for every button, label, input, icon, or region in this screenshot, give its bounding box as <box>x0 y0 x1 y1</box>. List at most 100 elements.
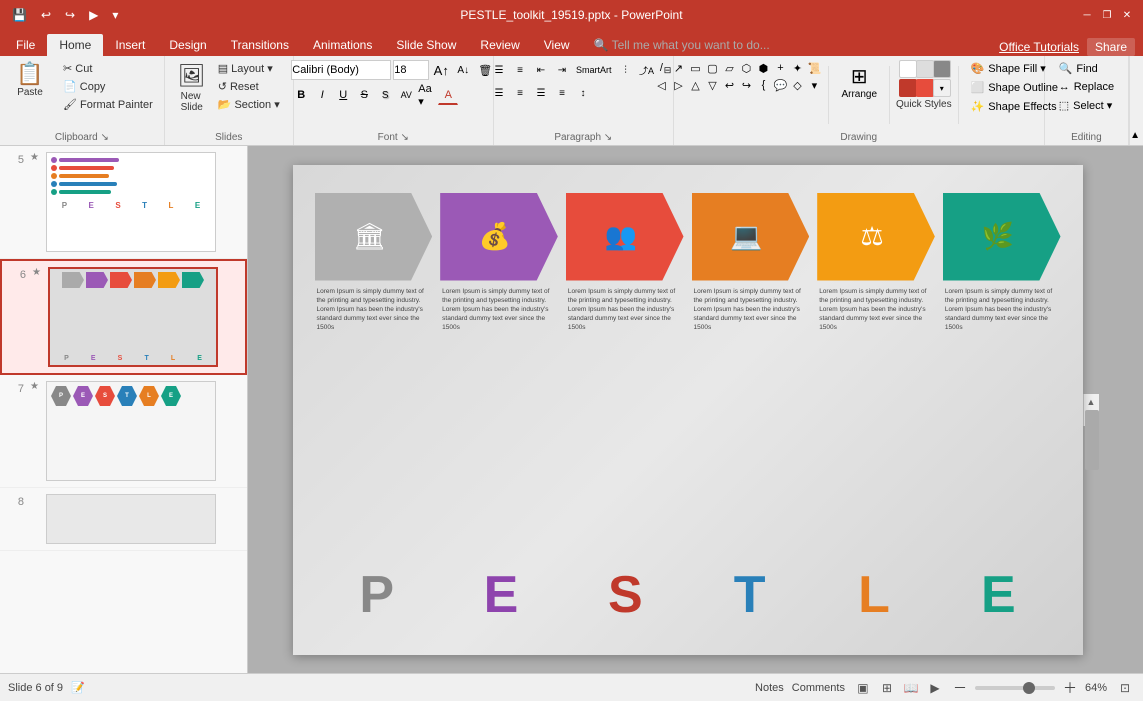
slide-notes-icon[interactable]: 📝 <box>71 681 85 694</box>
customize-icon[interactable]: ▾ <box>108 6 122 24</box>
present-icon[interactable]: ▶ <box>85 6 102 24</box>
char-spacing-btn[interactable]: AV <box>396 85 416 105</box>
fit-slide-btn[interactable]: ⊡ <box>1115 678 1135 698</box>
decrease-font-btn[interactable]: A↓ <box>453 60 473 80</box>
tab-file[interactable]: File <box>4 34 47 56</box>
tab-view[interactable]: View <box>532 34 582 56</box>
change-case-btn[interactable]: Aa ▾ <box>417 85 437 105</box>
format-painter-btn[interactable]: 🖌 Format Painter <box>58 96 158 113</box>
normal-view-btn[interactable]: ▣ <box>853 678 873 698</box>
ribbon-collapse-btn[interactable]: ▲ <box>1129 56 1143 145</box>
shape-more[interactable]: ▾ <box>806 77 822 93</box>
shape-star[interactable]: ✦ <box>789 60 805 76</box>
shape-diamond[interactable]: ◇ <box>789 77 805 93</box>
shape-r-curve[interactable]: ↪ <box>738 77 754 93</box>
tab-slideshow[interactable]: Slide Show <box>384 34 468 56</box>
shape-rect[interactable]: ▭ <box>687 60 703 76</box>
new-slide-btn[interactable]: 🖼 NewSlide <box>173 60 211 116</box>
shape-arrow[interactable]: ↗ <box>670 60 686 76</box>
layout-btn[interactable]: ▤ Layout ▾ <box>213 60 285 77</box>
replace-btn[interactable]: ↔ Replace <box>1053 79 1120 95</box>
tab-animations[interactable]: Animations <box>301 34 384 56</box>
zoom-out-btn[interactable]: － <box>953 678 967 698</box>
qs-3[interactable] <box>933 60 951 78</box>
shape-r-arrow[interactable]: ▷ <box>670 77 686 93</box>
shape-callout[interactable]: 💬 <box>772 77 788 93</box>
slideshow-btn[interactable]: ▶ <box>925 678 945 698</box>
undo-icon[interactable]: ↩ <box>37 6 55 24</box>
numbered-list-btn[interactable]: ≡ <box>510 60 530 80</box>
shape-brace[interactable]: { <box>755 77 771 93</box>
section-btn[interactable]: 📂 Section ▾ <box>213 96 285 113</box>
inc-indent-btn[interactable]: ⇥ <box>552 60 572 80</box>
vertical-scrollbar[interactable]: ▲ ▼ <box>1083 394 1099 426</box>
slide-sorter-btn[interactable]: ⊞ <box>877 678 897 698</box>
qs-5[interactable] <box>916 79 934 97</box>
close-btn[interactable]: ✕ <box>1119 7 1135 23</box>
qs-scroll[interactable]: ▾ <box>933 79 951 97</box>
slide-canvas[interactable]: 🏛 Lorem Ipsum is simply dummy text of th… <box>293 165 1083 655</box>
cut-btn[interactable]: ✂ Cut <box>58 60 158 77</box>
slide-thumb-6[interactable]: 6 ★ P E S T <box>0 259 247 375</box>
minimize-btn[interactable]: ─ <box>1079 7 1095 23</box>
redo-icon[interactable]: ↪ <box>61 6 79 24</box>
zoom-thumb[interactable] <box>1023 682 1035 694</box>
tab-review[interactable]: Review <box>468 34 531 56</box>
copy-btn[interactable]: 📄 Copy <box>58 78 158 95</box>
arrange-btn[interactable]: ⊞ Arrange <box>835 60 883 104</box>
italic-btn[interactable]: I <box>312 85 332 105</box>
columns-btn[interactable]: ⫶ <box>616 60 636 80</box>
shape-scroll[interactable]: 📜 <box>806 60 822 76</box>
shape-u-arrow[interactable]: △ <box>687 77 703 93</box>
qs-1[interactable] <box>899 60 917 78</box>
shape-l-arrow[interactable]: ◁ <box>653 77 669 93</box>
restore-btn[interactable]: ❐ <box>1099 7 1115 23</box>
zoom-in-btn[interactable]: ＋ <box>1063 678 1077 698</box>
tab-transitions[interactable]: Transitions <box>219 34 301 56</box>
save-icon[interactable]: 💾 <box>8 6 31 24</box>
slide-thumb-8[interactable]: 8 <box>0 488 247 551</box>
notes-btn[interactable]: Notes <box>755 682 784 694</box>
bold-btn[interactable]: B <box>291 85 311 105</box>
reading-view-btn[interactable]: 📖 <box>901 678 921 698</box>
shape-hex[interactable]: ⬢ <box>755 60 771 76</box>
qs-4[interactable] <box>899 79 917 97</box>
align-right-btn[interactable]: ☰ <box>531 83 551 103</box>
shape-rrect[interactable]: ▢ <box>704 60 720 76</box>
tab-home[interactable]: Home <box>47 34 103 56</box>
underline-btn[interactable]: U <box>333 85 353 105</box>
scroll-up-btn[interactable]: ▲ <box>1083 394 1099 410</box>
tab-insert[interactable]: Insert <box>103 34 157 56</box>
slide-thumb-7[interactable]: 7 ★ P E S T L E <box>0 375 247 488</box>
justify-btn[interactable]: ≡ <box>552 83 572 103</box>
dec-indent-btn[interactable]: ⇤ <box>531 60 551 80</box>
font-family-input[interactable] <box>291 60 391 80</box>
shape-plus[interactable]: + <box>772 60 788 76</box>
zoom-slider[interactable] <box>975 686 1055 690</box>
align-left-btn[interactable]: ☰ <box>489 83 509 103</box>
smartart-btn[interactable]: SmartArt <box>573 60 615 80</box>
select-btn[interactable]: ⬚ Select ▾ <box>1053 97 1120 114</box>
office-tutorials-link[interactable]: Office Tutorials <box>999 40 1079 54</box>
tab-design[interactable]: Design <box>157 34 218 56</box>
share-btn[interactable]: Share <box>1087 38 1135 56</box>
qs-2[interactable] <box>916 60 934 78</box>
align-center-btn[interactable]: ≡ <box>510 83 530 103</box>
bullet-list-btn[interactable]: ☰ <box>489 60 509 80</box>
line-spacing-btn[interactable]: ↕ <box>573 83 593 103</box>
shape-trap[interactable]: ⬡ <box>738 60 754 76</box>
font-color-btn[interactable]: A <box>438 85 458 105</box>
shape-line[interactable]: / <box>653 60 669 76</box>
scroll-thumb[interactable] <box>1085 410 1099 470</box>
reset-btn[interactable]: ↺ Reset <box>213 78 285 95</box>
font-size-input[interactable] <box>393 60 429 80</box>
shape-para[interactable]: ▱ <box>721 60 737 76</box>
increase-font-btn[interactable]: A↑ <box>431 60 451 80</box>
tab-tellme[interactable]: 🔍 Tell me what you want to do... <box>582 34 782 56</box>
paste-btn[interactable]: 📋 Paste <box>6 60 54 101</box>
strikethrough-btn[interactable]: S <box>354 85 374 105</box>
comments-btn[interactable]: Comments <box>792 682 845 694</box>
shape-d-arrow[interactable]: ▽ <box>704 77 720 93</box>
shape-l-curve[interactable]: ↩ <box>721 77 737 93</box>
slide-thumb-5[interactable]: 5 ★ <box>0 146 247 259</box>
